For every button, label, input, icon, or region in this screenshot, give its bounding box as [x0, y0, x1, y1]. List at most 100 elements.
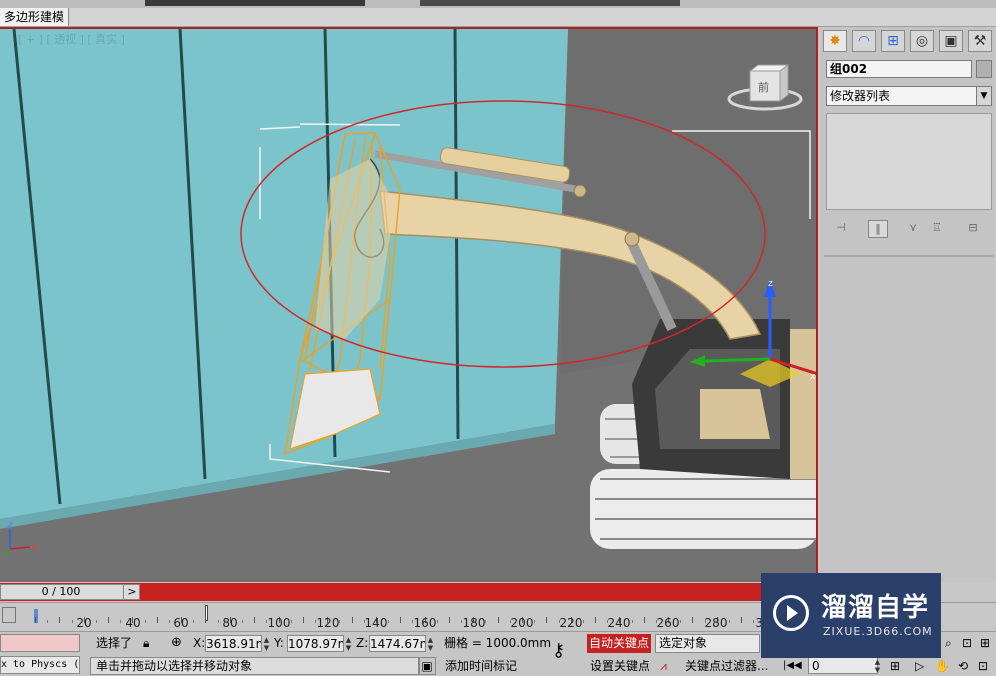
track-bar-tick: [741, 617, 743, 623]
top-tab-dark: [420, 0, 680, 6]
tick-label: 40: [125, 616, 141, 630]
display-icon[interactable]: ▣: [939, 30, 963, 52]
tick-label: 180: [462, 616, 486, 630]
chevron-down-icon: ▼: [976, 87, 991, 105]
pan-hand-icon[interactable]: ✋: [935, 657, 950, 675]
track-bar-tick: [35, 617, 36, 623]
ribbon-bar: [0, 8, 996, 27]
tick-label: 260: [656, 616, 680, 630]
frame-spinner[interactable]: ▲ ▼: [874, 658, 881, 674]
track-bar-tick: [47, 620, 49, 623]
gizmo-z-label: z: [768, 279, 773, 289]
motion-icon[interactable]: ◎: [910, 30, 934, 52]
perspective-viewport[interactable]: z x 前 z x [ + ] [ 透视 ] [ 真实 ]: [0, 27, 818, 582]
track-bar-tick: [436, 620, 438, 623]
panel-divider: [824, 255, 994, 257]
zoom-icon[interactable]: ⌕: [945, 634, 952, 652]
selected-objects-dropdown[interactable]: 选定对象: [655, 634, 760, 653]
zoom-all-icon[interactable]: ⊞: [980, 634, 990, 652]
make-unique-icon[interactable]: ⋎: [904, 220, 922, 236]
y-spinner[interactable]: ▲ ▼: [345, 636, 352, 652]
maximize-viewport-icon[interactable]: ⊡: [978, 657, 988, 675]
track-bar-tick: [120, 620, 122, 623]
viewport-label[interactable]: [ + ] [ 透视 ] [ 真实 ]: [18, 31, 125, 47]
lock-icon[interactable]: 🔒︎: [143, 634, 149, 652]
z-spinner[interactable]: ▲ ▼: [427, 636, 434, 652]
modify-icon[interactable]: ◠: [852, 30, 876, 52]
zoom-extents-icon[interactable]: ⊡: [962, 634, 972, 652]
remove-modifier-icon[interactable]: ♖: [928, 220, 946, 236]
current-frame-field[interactable]: 0: [808, 657, 878, 674]
y-coordinate-field[interactable]: 1078.97mr: [287, 635, 344, 652]
tab-polygon-modeling[interactable]: 多边形建模: [0, 8, 70, 26]
configure-modifier-sets-icon[interactable]: ⊟: [964, 220, 982, 236]
key-icon[interactable]: ⚷: [552, 642, 565, 660]
orbit-icon[interactable]: ⟲: [958, 657, 968, 675]
next-frame-button[interactable]: >: [123, 585, 140, 599]
time-slider[interactable]: 0 / 100 >: [0, 584, 140, 600]
utilities-icon[interactable]: ⚒: [968, 30, 992, 52]
maxscript-listener[interactable]: [0, 634, 80, 652]
x-spinner[interactable]: ▲ ▼: [263, 636, 270, 652]
time-config-icon[interactable]: ⊞: [890, 657, 900, 675]
add-time-tag[interactable]: 添加时间标记: [445, 657, 517, 675]
track-bar-tick: [241, 620, 243, 623]
auto-key-button[interactable]: 自动关键点: [587, 634, 651, 653]
track-bar-tick: [595, 617, 597, 623]
maxscript-output[interactable]: x to Physcs (: [0, 656, 80, 674]
absolute-mode-icon[interactable]: ⊕: [171, 634, 182, 652]
show-end-result-icon[interactable]: ‖: [868, 220, 888, 238]
time-tag-icon[interactable]: ▣: [418, 657, 436, 675]
create-icon[interactable]: ✸: [823, 30, 847, 52]
tick-label: 220: [559, 616, 583, 630]
tick-label: 280: [704, 616, 728, 630]
modifier-list-dropdown[interactable]: 修改器列表 ▼: [826, 86, 992, 106]
y-label: Y:: [274, 636, 284, 650]
watermark-title: 溜溜自学: [821, 593, 930, 623]
curve-icon[interactable]: ⩘: [660, 657, 667, 675]
z-coordinate-field[interactable]: 1474.67mr: [369, 635, 426, 652]
x-label: X:: [193, 636, 206, 650]
track-bar-tick: [485, 620, 487, 623]
prompt-line: 单击并拖动以选择并移动对象: [90, 657, 420, 675]
play-icon[interactable]: ▷: [915, 657, 924, 675]
set-key-button[interactable]: 设置关键点: [590, 657, 650, 675]
track-bar-tick: [193, 620, 195, 623]
tick-label: 200: [510, 616, 534, 630]
tick-label: 240: [607, 616, 631, 630]
grid-size: 栅格 = 1000.0mm: [444, 636, 552, 650]
track-bar-tick: [71, 620, 73, 623]
tick-label: 60: [173, 616, 189, 630]
viewcube-front-label: 前: [758, 80, 769, 94]
track-bar-tick: [254, 617, 256, 623]
object-color-swatch[interactable]: [976, 60, 992, 78]
pin-stack-icon[interactable]: ⊣: [832, 220, 850, 236]
tick-label: 100: [267, 616, 291, 630]
selection-count: 选择了: [96, 636, 133, 650]
modifier-list-label: 修改器列表: [830, 89, 891, 103]
track-bar-tick: [680, 620, 682, 623]
track-bar-tick: [351, 617, 353, 623]
object-name-field[interactable]: 组002: [826, 60, 972, 78]
track-bar-tick: [546, 617, 548, 623]
track-bar-tick: [400, 617, 402, 623]
modifier-stack[interactable]: [826, 113, 992, 210]
time-slider-track[interactable]: 0 / 100 >: [0, 583, 818, 601]
x-coordinate-field[interactable]: 3618.91mr: [205, 635, 262, 652]
viewport-scene: z x 前 z x: [0, 29, 816, 582]
track-bar-menu-icon[interactable]: [2, 607, 16, 623]
track-bar-tick: [339, 620, 341, 623]
go-to-start-icon[interactable]: |◀◀: [783, 657, 802, 675]
tick-label: 80: [222, 616, 238, 630]
hierarchy-icon[interactable]: ⊞: [881, 30, 905, 52]
gizmo-x-label: x: [810, 372, 816, 382]
track-bar-tick: [448, 617, 450, 623]
track-bar-tick: [217, 620, 219, 623]
track-bar-tick: [582, 620, 584, 623]
track-bar-tick: [144, 620, 146, 623]
track-bar-tick: [95, 620, 97, 623]
watermark-url: ZIXUE.3D66.COM: [823, 625, 933, 638]
key-filters-button[interactable]: 关键点过滤器...: [685, 657, 768, 675]
tick-label: 160: [413, 616, 437, 630]
track-bar-tick: [156, 617, 158, 623]
